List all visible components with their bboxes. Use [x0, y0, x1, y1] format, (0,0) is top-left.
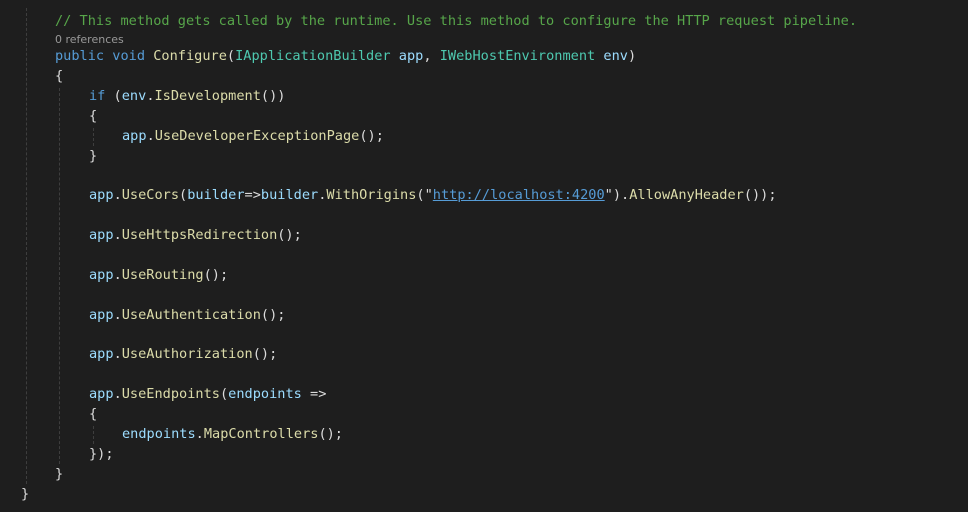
code-token: UseEndpoints: [121, 386, 220, 402]
code-token: {: [89, 108, 98, 124]
code-token: (: [105, 88, 122, 104]
code-token: .: [113, 307, 122, 323]
code-token: IsDevelopment: [154, 88, 261, 104]
code-line[interactable]: }: [21, 484, 29, 504]
code-token: .: [146, 128, 155, 144]
code-token: builder: [187, 187, 245, 203]
code-token: app: [398, 48, 424, 64]
code-token: ();: [260, 307, 286, 323]
code-line[interactable]: {: [89, 404, 97, 424]
code-token: .: [113, 386, 122, 402]
code-token: UseCors: [121, 187, 180, 203]
code-token: IWebHostEnvironment: [439, 48, 596, 64]
code-token: .: [113, 267, 122, 283]
code-token: app: [89, 346, 114, 362]
code-token: app: [89, 187, 114, 203]
code-token: UseRouting: [121, 267, 204, 283]
code-token: {: [89, 406, 98, 422]
indent-guide: [59, 88, 60, 464]
code-token: builder: [260, 187, 319, 203]
code-editor[interactable]: 0 references // This method gets called …: [0, 0, 968, 512]
code-token: });: [89, 446, 114, 462]
code-line[interactable]: public void Configure(IApplicationBuilde…: [55, 46, 636, 66]
code-line[interactable]: }: [89, 146, 97, 166]
code-token: app: [89, 267, 114, 283]
code-token: ();: [359, 128, 384, 144]
code-token: (: [179, 187, 188, 203]
code-token: public: [55, 48, 105, 64]
code-token: UseAuthorization: [121, 346, 253, 362]
code-token: ()): [260, 88, 286, 104]
code-line[interactable]: });: [89, 444, 114, 464]
code-token: {: [55, 68, 64, 84]
code-line[interactable]: app.UseRouting();: [89, 265, 228, 285]
code-token: (: [226, 48, 236, 64]
code-token: UseAuthentication: [121, 307, 261, 323]
code-token: endpoints: [228, 386, 302, 402]
code-line[interactable]: if (env.IsDevelopment()): [89, 86, 285, 106]
code-token: .: [195, 426, 204, 442]
code-line[interactable]: app.UseAuthentication();: [89, 305, 285, 325]
code-line[interactable]: {: [89, 106, 97, 126]
code-line[interactable]: {: [55, 66, 63, 86]
code-token: Configure: [153, 48, 227, 64]
code-token: app: [122, 128, 147, 144]
code-token: .: [113, 187, 122, 203]
indent-guide: [93, 128, 94, 146]
code-token: (": [416, 187, 433, 203]
code-line[interactable]: // This method gets called by the runtim…: [55, 11, 857, 31]
code-token: env: [603, 48, 628, 64]
code-line[interactable]: app.UseEndpoints(endpoints =>: [89, 384, 326, 404]
code-line[interactable]: app.UseHttpsRedirection();: [89, 225, 302, 245]
code-token: (: [219, 386, 229, 402]
code-token: env: [121, 88, 147, 104]
code-token: =>: [244, 187, 261, 203]
code-token: WithOrigins: [326, 187, 417, 203]
indent-guide: [93, 426, 94, 444]
code-token: UseDeveloperExceptionPage: [154, 128, 360, 144]
code-token: if: [89, 88, 106, 104]
code-token: app: [89, 386, 114, 402]
code-token: ());: [743, 187, 777, 203]
code-token: =>: [301, 386, 327, 402]
code-token: void: [112, 48, 146, 64]
code-token: .: [113, 346, 122, 362]
code-token: UseHttpsRedirection: [121, 227, 278, 243]
code-token: }: [21, 486, 30, 502]
code-token: ();: [252, 346, 278, 362]
code-line[interactable]: endpoints.MapControllers();: [122, 424, 343, 444]
code-line[interactable]: app.UseAuthorization();: [89, 344, 277, 364]
code-token: }: [89, 148, 98, 164]
code-token: MapControllers: [203, 426, 319, 442]
url-link[interactable]: http://localhost:4200: [433, 187, 605, 203]
code-token: ,: [423, 48, 440, 64]
code-token: // This method gets called by the runtim…: [55, 13, 858, 29]
code-line[interactable]: app.UseCors(builder=>builder.WithOrigins…: [89, 185, 777, 205]
code-token: ();: [277, 227, 302, 243]
code-line[interactable]: }: [55, 464, 63, 484]
indent-guide: [26, 8, 27, 484]
code-token: app: [89, 227, 114, 243]
code-token: AllowAnyHeader: [629, 187, 744, 203]
code-line[interactable]: app.UseDeveloperExceptionPage();: [122, 126, 384, 146]
code-token: app: [89, 307, 114, 323]
code-token: IApplicationBuilder: [235, 48, 391, 64]
code-token: "): [604, 187, 622, 203]
code-token: .: [113, 227, 122, 243]
code-token: }: [55, 466, 64, 482]
code-token: .: [621, 187, 630, 203]
code-token: ();: [203, 267, 229, 283]
code-token: endpoints: [122, 426, 196, 442]
code-token: ();: [318, 426, 343, 442]
code-token: ): [627, 48, 637, 64]
code-token: .: [146, 88, 155, 104]
